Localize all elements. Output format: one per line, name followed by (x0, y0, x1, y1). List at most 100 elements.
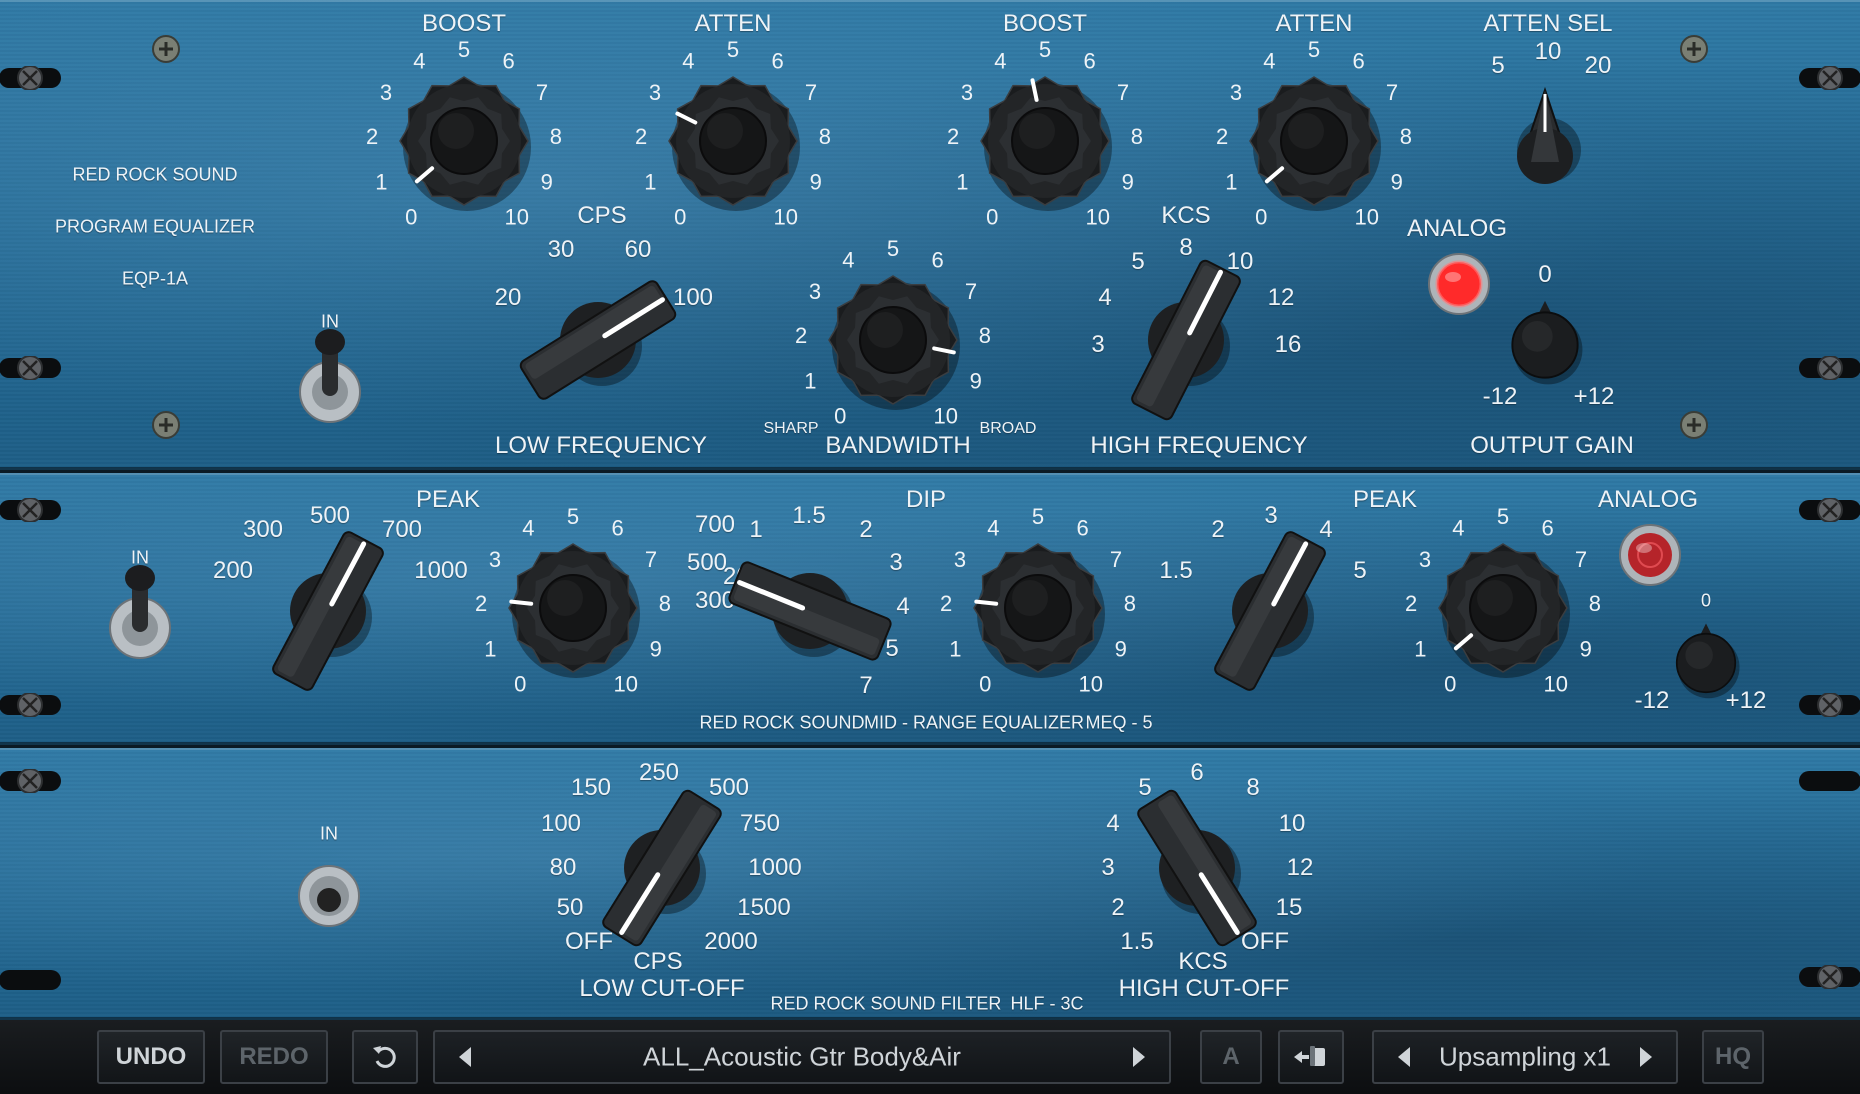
dial-tick-label: 3 (489, 547, 501, 572)
dial-tick-label: 9 (1391, 169, 1403, 194)
low-atten-title: ATTEN (694, 10, 772, 37)
peak1-opt-1000: 1000 (414, 557, 468, 584)
output-gain-min: -12 (1482, 383, 1518, 410)
meq-footer-name: MID - RANGE EQUALIZER (863, 712, 1085, 733)
high-frequency-selector[interactable] (1101, 255, 1271, 425)
dial-tick-label: 8 (1400, 124, 1412, 149)
dial-tick-label: 4 (682, 49, 694, 74)
dial-tick-label: 0 (514, 671, 526, 696)
hlf-footer-model: HLF - 3C (1010, 993, 1084, 1014)
dial-tick-label: 6 (931, 248, 943, 273)
dial-tick-label: 6 (502, 49, 514, 74)
dial-tick-label: 10 (774, 204, 798, 229)
high-cut-unit: KCS (1178, 948, 1228, 975)
dip-title: DIP (905, 486, 947, 513)
undo-button[interactable]: UNDO (97, 1030, 205, 1084)
dial-tick-label: 4 (1452, 516, 1464, 541)
peak2-gain-knob[interactable]: 0 1 2 3 4 5 6 7 8 9 10 (1405, 504, 1601, 696)
meq-analog-label: ANALOG (1597, 486, 1699, 513)
output-gain-knob[interactable] (1497, 297, 1593, 393)
dial-tick-label: 4 (1263, 49, 1275, 74)
dial-tick-label: 5 (1497, 504, 1509, 529)
peak1-gain-knob[interactable]: 0 1 2 3 4 5 6 7 8 9 10 (475, 504, 671, 696)
hlf-3c-panel: IN OFF 50 80 100 150 250 500 750 1000 15… (0, 748, 1860, 1020)
hq-button[interactable]: HQ (1702, 1030, 1764, 1084)
bandwidth-knob[interactable]: 0 1 2 3 4 5 6 7 8 9 10 (795, 236, 991, 428)
dial-tick-label: 5 (1032, 504, 1044, 529)
rack-mount-screw-icon (1797, 964, 1860, 990)
screw-icon (1679, 34, 1709, 64)
high-freq-unit: KCS (1161, 202, 1211, 229)
low-boost-knob[interactable]: 0 1 2 3 4 5 6 7 8 9 10 (366, 37, 562, 229)
dial-tick-label: 6 (1083, 49, 1095, 74)
meq-in-toggle[interactable] (103, 556, 177, 666)
high-freq-opt-16: 16 (1274, 331, 1302, 358)
eqp-in-toggle[interactable] (293, 320, 367, 430)
dial-tick-label: 2 (1405, 591, 1417, 616)
dial-tick-label: 3 (1419, 547, 1431, 572)
preset-name: ALL_Acoustic Gtr Body&Air (643, 1041, 961, 1072)
eqp-analog-lamp-button[interactable] (1427, 252, 1491, 316)
dial-tick-label: 4 (842, 248, 854, 273)
bottom-toolbar: UNDO REDO ALL_Acoustic Gtr Body&Air A Up… (0, 1020, 1860, 1094)
peak1-frequency-selector[interactable] (243, 526, 413, 696)
dial-tick-label: 3 (649, 80, 661, 105)
dial-tick-label: 2 (1216, 124, 1228, 149)
dial-tick-label: 1 (375, 169, 387, 194)
dial-tick-label: 4 (987, 516, 999, 541)
high-cut-title: HIGH CUT-OFF (1118, 975, 1290, 1002)
meq-5-panel: IN PEAK 200 300 500 700 1000 01234567891… (0, 473, 1860, 745)
dial-tick-label: 5 (458, 37, 470, 62)
copy-settings-button[interactable] (1278, 1030, 1344, 1084)
dial-tick-label: 5 (567, 504, 579, 529)
dial-tick-label: 1 (956, 169, 968, 194)
high-cut-off-selector[interactable] (1112, 783, 1282, 953)
dial-tick-label: 8 (979, 323, 991, 348)
high-boost-knob[interactable]: 0 1 2 3 4 5 6 7 8 9 10 (947, 37, 1143, 229)
dip-frequency-selector[interactable] (725, 526, 895, 696)
dial-tick-label: 2 (947, 124, 959, 149)
meq-analog-lamp-button[interactable] (1618, 523, 1682, 587)
preset-selector[interactable]: ALL_Acoustic Gtr Body&Air (433, 1030, 1171, 1084)
dial-tick-label: 8 (659, 591, 671, 616)
dial-tick-label: 9 (1115, 636, 1127, 661)
rack-mount-screw-icon (1797, 65, 1860, 91)
meq-footer-brand: RED ROCK SOUND (699, 712, 865, 733)
redo-button[interactable]: REDO (220, 1030, 328, 1084)
dial-tick-label: 2 (795, 323, 807, 348)
next-upsampling-icon[interactable] (1640, 1047, 1652, 1067)
dial-tick-label: 3 (380, 80, 392, 105)
dial-tick-label: 7 (1117, 80, 1129, 105)
low-cut-off-selector[interactable] (577, 783, 747, 953)
upsampling-selector[interactable]: Upsampling x1 (1372, 1030, 1678, 1084)
dial-tick-label: 1 (804, 368, 816, 393)
hlf-in-toggle[interactable] (292, 836, 366, 946)
rotate-ccw-icon (373, 1046, 396, 1068)
low-frequency-selector[interactable] (513, 255, 683, 425)
upsampling-value: Upsampling x1 (1439, 1041, 1611, 1072)
dial-tick-label: 8 (1131, 124, 1143, 149)
dial-tick-label: 3 (961, 80, 973, 105)
dial-tick-label: 10 (505, 204, 529, 229)
dial-tick-label: 7 (645, 547, 657, 572)
dip-opt-500: 500 (686, 549, 728, 576)
dial-tick-label: 1 (1225, 169, 1237, 194)
peak2-frequency-selector[interactable] (1185, 526, 1355, 696)
dial-tick-label: 0 (834, 403, 846, 428)
dial-tick-label: 2 (940, 591, 952, 616)
dial-tick-label: 9 (650, 636, 662, 661)
dial-tick-label: 7 (805, 80, 817, 105)
dial-tick-label: 5 (727, 37, 739, 62)
atten-sel-pointer-knob[interactable] (1490, 82, 1600, 202)
next-preset-icon[interactable] (1133, 1047, 1145, 1067)
low-atten-knob[interactable]: 0 1 2 3 4 5 6 7 8 9 10 (635, 37, 831, 229)
high-atten-knob[interactable]: 0 1 2 3 4 5 6 7 8 9 10 (1216, 37, 1412, 229)
rack-mount-screw-icon (0, 692, 63, 718)
dip-gain-knob[interactable]: 0 1 2 3 4 5 6 7 8 9 10 (940, 504, 1136, 696)
undo-history-button[interactable] (352, 1030, 418, 1084)
dial-tick-label: 10 (1355, 204, 1379, 229)
rack-mount-screw-icon (0, 768, 63, 794)
ab-compare-button[interactable]: A (1200, 1030, 1262, 1084)
dial-tick-label: 4 (522, 516, 534, 541)
peak1-title: PEAK (415, 486, 481, 513)
